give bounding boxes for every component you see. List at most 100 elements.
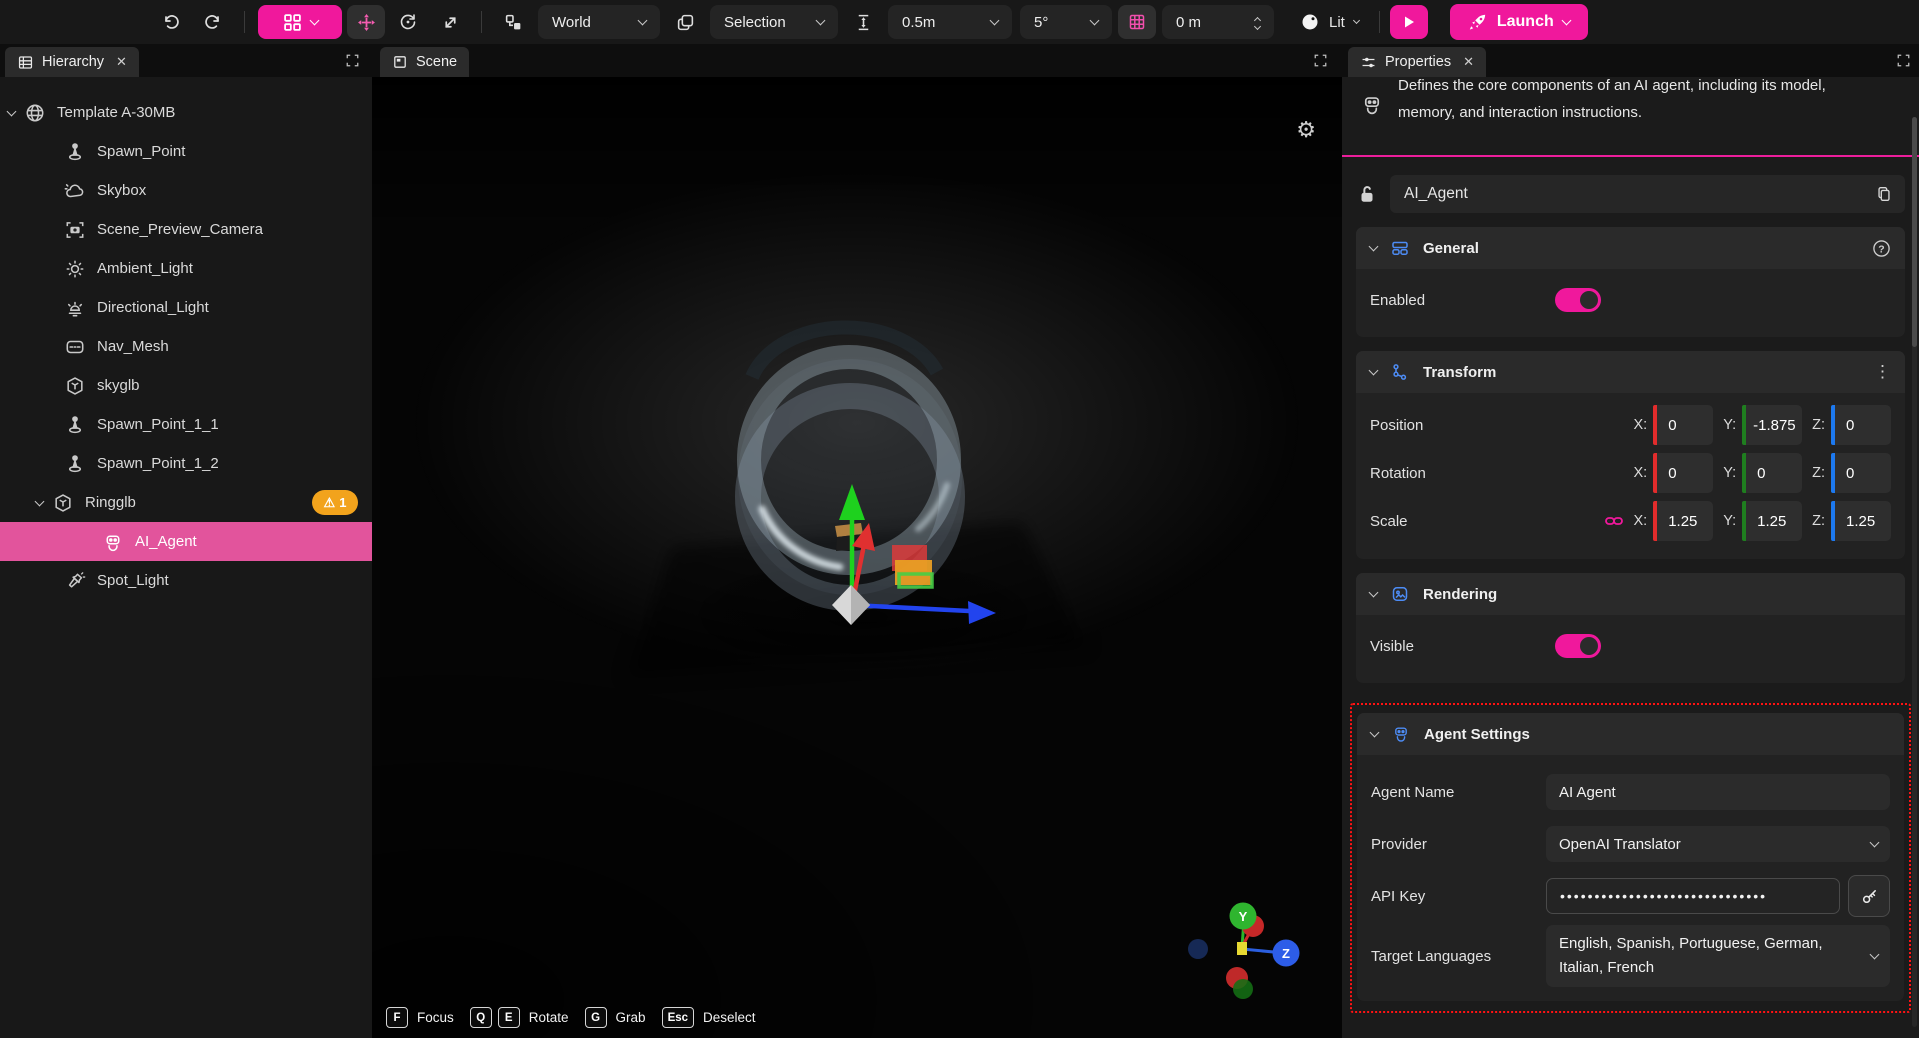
scene-viewport[interactable]: Y Z ⚙ F Focus Q E Rotate G Grab Esc Dese… bbox=[372, 77, 1342, 1038]
copy-icon[interactable] bbox=[1875, 185, 1893, 203]
close-icon[interactable]: ✕ bbox=[116, 54, 127, 70]
api-key-reveal-button[interactable] bbox=[1848, 875, 1890, 917]
shading-mode-dropdown[interactable]: Lit bbox=[1300, 12, 1359, 32]
tree-item-spawn-point-1-1[interactable]: Spawn_Point_1_1 bbox=[0, 405, 372, 444]
tree-item-scene-preview-camera[interactable]: Scene_Preview_Camera bbox=[0, 210, 372, 249]
tree-item-skybox[interactable]: Skybox bbox=[0, 171, 372, 210]
rotation-y-input[interactable]: 0 bbox=[1746, 453, 1802, 493]
hint-rotate: Rotate bbox=[529, 1010, 569, 1025]
tree-item-spot-light[interactable]: Spot_Light bbox=[0, 561, 372, 600]
scale-tool-button[interactable] bbox=[431, 5, 469, 39]
tree-item-label: Nav_Mesh bbox=[97, 338, 169, 355]
expand-panel-icon[interactable] bbox=[1896, 53, 1911, 68]
directional-light-icon bbox=[64, 297, 86, 319]
tab-hierarchy[interactable]: Hierarchy ✕ bbox=[5, 47, 139, 77]
component-description-text: Defines the core components of an AI age… bbox=[1398, 77, 1868, 155]
axis-neg-y-ball[interactable] bbox=[1233, 979, 1253, 999]
hierarchy-tab-icon bbox=[17, 54, 34, 71]
redo-button[interactable] bbox=[194, 5, 232, 39]
rotate-tool-button[interactable] bbox=[389, 5, 427, 39]
scale-y-input[interactable]: 1.25 bbox=[1746, 501, 1802, 541]
stepper-arrows[interactable] bbox=[1255, 15, 1260, 29]
position-z-input[interactable]: 0 bbox=[1835, 405, 1891, 445]
enabled-row: Enabled bbox=[1370, 277, 1891, 323]
key-e: E bbox=[498, 1007, 520, 1028]
rotation-z-input[interactable]: 0 bbox=[1835, 453, 1891, 493]
api-key-input[interactable]: •••••••••••••••••••••••••••••• bbox=[1546, 878, 1840, 914]
tree-item-ai-agent[interactable]: AI_Agent bbox=[0, 522, 372, 561]
rendering-section-header[interactable]: Rendering bbox=[1356, 573, 1905, 615]
tab-label: Scene bbox=[416, 54, 457, 70]
entity-name-input[interactable]: AI_Agent bbox=[1390, 175, 1905, 213]
tab-label: Properties bbox=[1385, 54, 1451, 70]
close-icon[interactable]: ✕ bbox=[1463, 54, 1474, 70]
rotation-x-input[interactable]: 0 bbox=[1657, 453, 1713, 493]
space-dropdown-value: World bbox=[552, 14, 591, 31]
key-g: G bbox=[585, 1007, 607, 1028]
chevron-down-icon[interactable] bbox=[1369, 588, 1379, 598]
agent-name-input[interactable]: AI Agent bbox=[1546, 774, 1890, 810]
chevron-down-icon[interactable] bbox=[1370, 728, 1380, 738]
pivot-button[interactable] bbox=[666, 5, 704, 39]
position-y-input[interactable]: -1.875 bbox=[1746, 405, 1802, 445]
tree-item-ambient-light[interactable]: Ambient_Light bbox=[0, 249, 372, 288]
section-title: General bbox=[1423, 240, 1859, 257]
help-icon[interactable]: ? bbox=[1872, 239, 1891, 258]
launch-button[interactable]: Launch bbox=[1450, 4, 1588, 40]
scale-x-input[interactable]: 1.25 bbox=[1657, 501, 1713, 541]
parenting-button[interactable] bbox=[494, 5, 532, 39]
grid-snap-toggle[interactable] bbox=[1118, 5, 1156, 39]
lock-open-icon[interactable] bbox=[1356, 183, 1378, 205]
agent-settings-section-header[interactable]: Agent Settings bbox=[1357, 713, 1904, 755]
move-snap-dropdown[interactable]: 0.5m bbox=[888, 5, 1012, 39]
expand-panel-icon[interactable] bbox=[1313, 53, 1328, 68]
tree-item-ringglb[interactable]: Ringglb ⚠ 1 bbox=[0, 483, 372, 522]
axis-orientation-widget[interactable]: Y Z bbox=[1188, 903, 1300, 1000]
transform-section-header[interactable]: Transform ⋮ bbox=[1356, 351, 1905, 393]
tree-item-label: Spawn_Point bbox=[97, 143, 185, 160]
globe-icon bbox=[24, 102, 46, 124]
tree-item-nav-mesh[interactable]: Nav_Mesh bbox=[0, 327, 372, 366]
enabled-toggle[interactable] bbox=[1555, 288, 1601, 312]
move-tool-button[interactable] bbox=[347, 5, 385, 39]
target-languages-select[interactable]: English, Spanish, Portuguese, German, It… bbox=[1546, 925, 1890, 987]
section-title: Transform bbox=[1423, 364, 1861, 381]
selection-dropdown[interactable]: Selection bbox=[710, 5, 838, 39]
axis-neg-z-ball[interactable] bbox=[1188, 939, 1208, 959]
add-object-button[interactable] bbox=[258, 5, 342, 39]
hint-deselect: Deselect bbox=[703, 1010, 756, 1025]
scale-z-input[interactable]: 1.25 bbox=[1835, 501, 1891, 541]
tree-item-spawn-point[interactable]: Spawn_Point bbox=[0, 132, 372, 171]
tab-scene[interactable]: Scene bbox=[380, 47, 469, 77]
visible-toggle[interactable] bbox=[1555, 634, 1601, 658]
tab-properties[interactable]: Properties ✕ bbox=[1348, 47, 1486, 77]
link-icon[interactable] bbox=[1604, 511, 1624, 531]
play-button[interactable] bbox=[1390, 5, 1428, 39]
tree-item-label: Scene_Preview_Camera bbox=[97, 221, 263, 238]
space-dropdown[interactable]: World bbox=[538, 5, 660, 39]
viewport-settings-gear-icon[interactable]: ⚙ bbox=[1296, 119, 1316, 141]
provider-select[interactable]: OpenAI Translator bbox=[1546, 826, 1890, 862]
tree-item-template[interactable]: Template A-30MB bbox=[0, 93, 372, 132]
tree-item-directional-light[interactable]: Directional_Light bbox=[0, 288, 372, 327]
drop-to-ground-button[interactable] bbox=[844, 5, 882, 39]
undo-button[interactable] bbox=[152, 5, 190, 39]
height-offset-stepper[interactable]: 0 m bbox=[1162, 5, 1274, 39]
warning-badge[interactable]: ⚠ 1 bbox=[312, 490, 358, 515]
chevron-down-icon[interactable] bbox=[7, 106, 17, 116]
general-section-header[interactable]: General ? bbox=[1356, 227, 1905, 269]
chevron-down-icon[interactable] bbox=[1369, 366, 1379, 376]
tree-item-skyglb[interactable]: skyglb bbox=[0, 366, 372, 405]
rotate-snap-dropdown[interactable]: 5° bbox=[1020, 5, 1112, 39]
tree-item-label: Template A-30MB bbox=[57, 104, 175, 121]
agent-name-value: AI Agent bbox=[1559, 784, 1616, 801]
properties-scrollbar[interactable] bbox=[1912, 117, 1917, 1027]
position-x-input[interactable]: 0 bbox=[1657, 405, 1713, 445]
tree-item-label: Ringglb bbox=[85, 494, 136, 511]
tree-item-spawn-point-1-2[interactable]: Spawn_Point_1_2 bbox=[0, 444, 372, 483]
chevron-down-icon[interactable] bbox=[35, 496, 45, 506]
kebab-menu-icon[interactable]: ⋮ bbox=[1874, 362, 1891, 382]
expand-panel-icon[interactable] bbox=[345, 53, 360, 68]
scene-tab-icon bbox=[392, 54, 408, 70]
chevron-down-icon[interactable] bbox=[1369, 242, 1379, 252]
